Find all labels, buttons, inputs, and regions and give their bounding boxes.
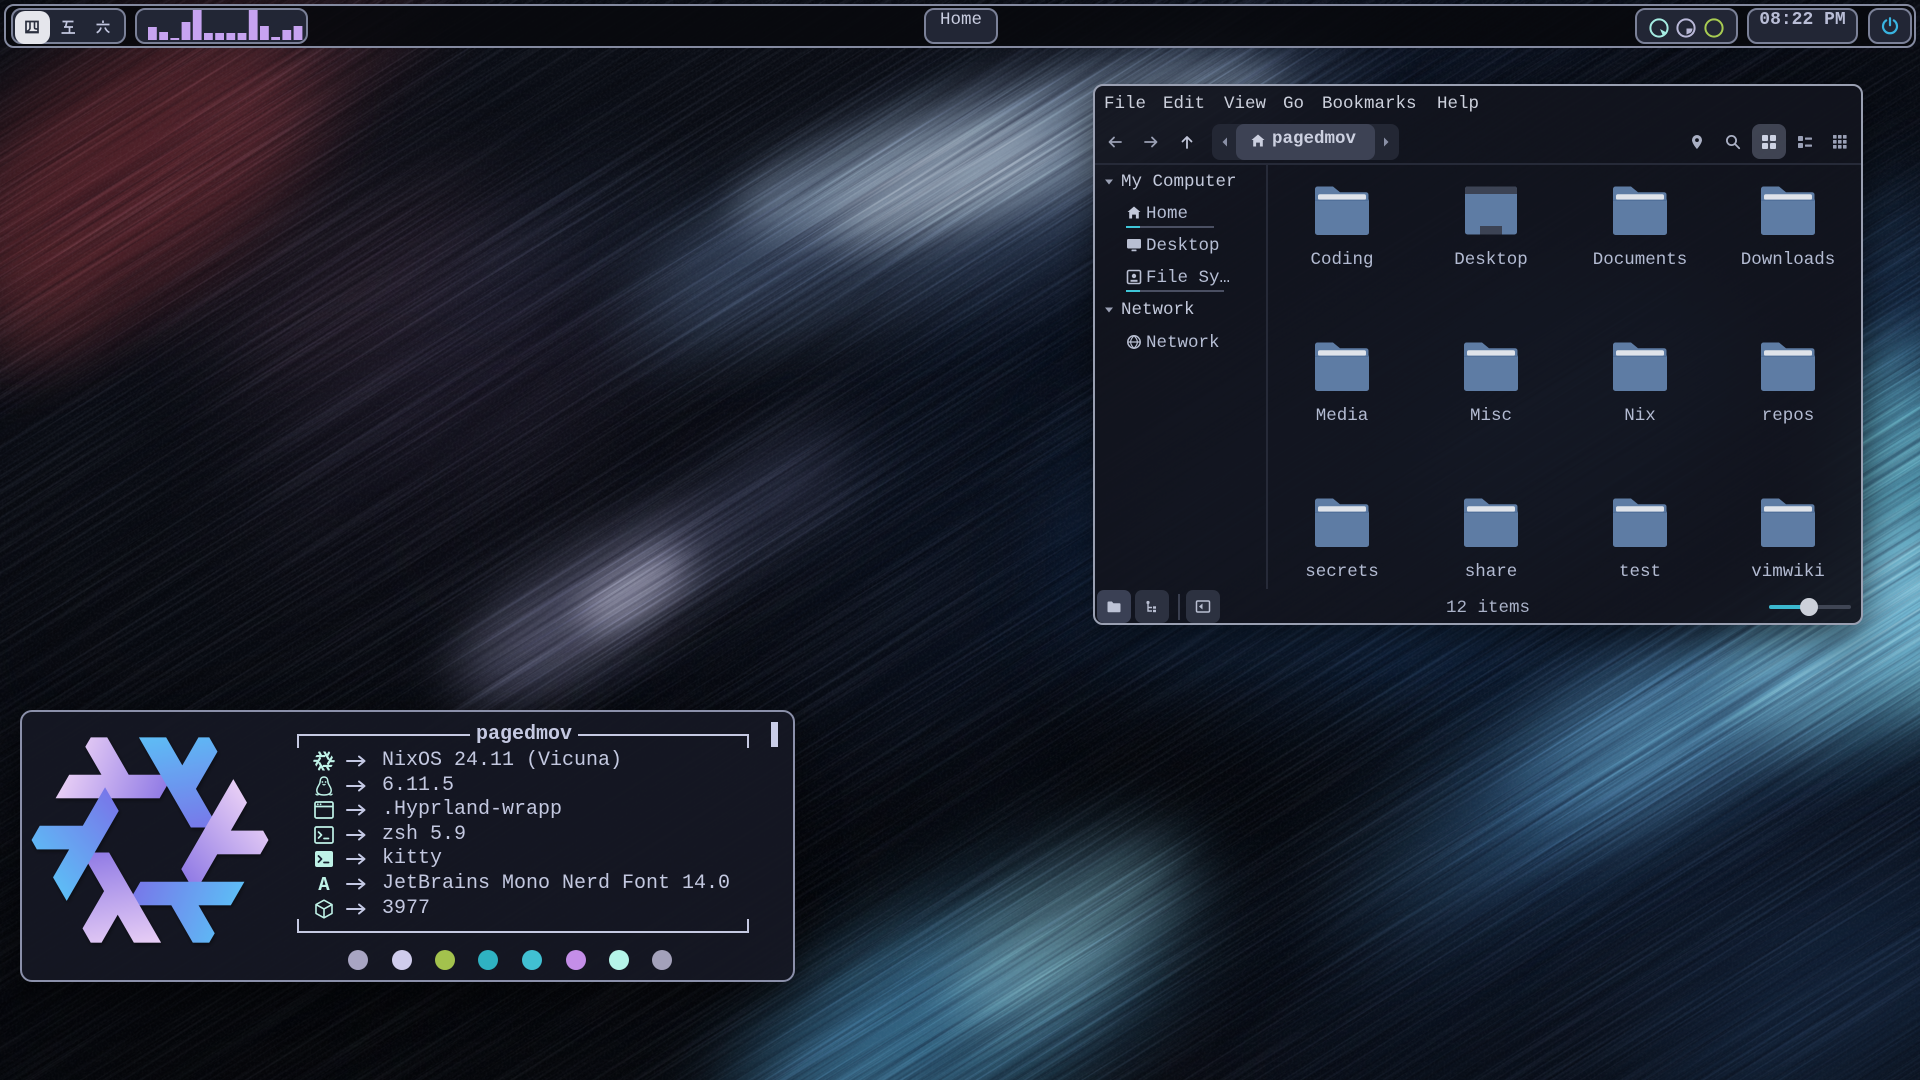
svg-text:A: A [318, 874, 330, 895]
